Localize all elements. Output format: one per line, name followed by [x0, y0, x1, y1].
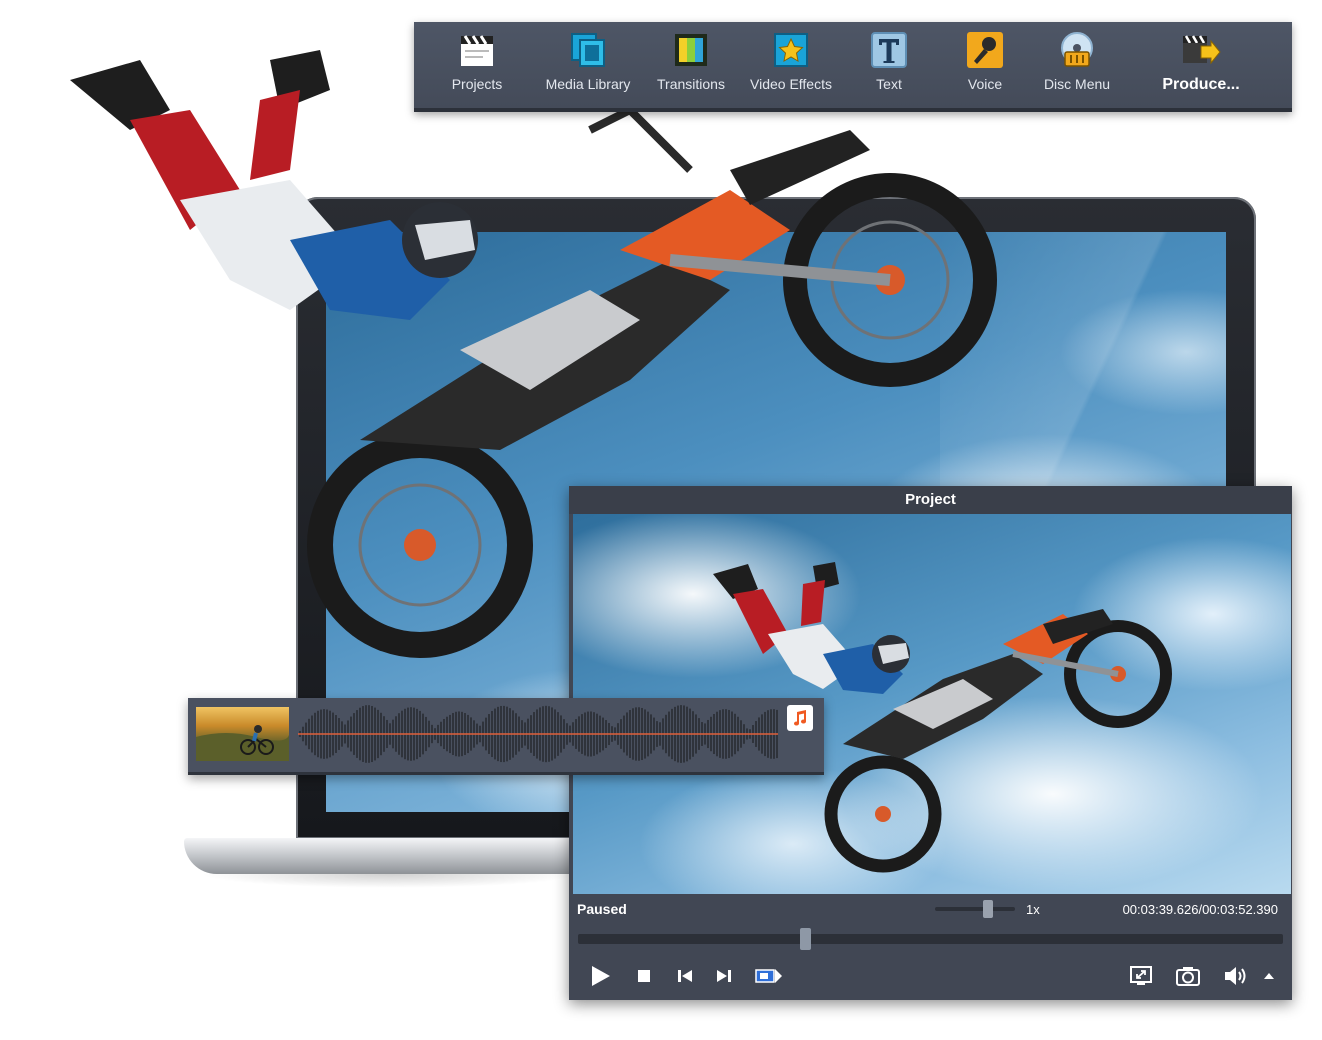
trim-clip-icon	[755, 969, 782, 983]
film-library-icon	[571, 33, 605, 67]
player-title: Project	[569, 486, 1292, 514]
seek-bar-knob[interactable]	[800, 928, 811, 950]
toolbar-produce[interactable]: Produce...	[1160, 30, 1242, 104]
toolbar-disc-menu-label: Disc Menu	[1043, 76, 1111, 92]
volume-button[interactable]	[1223, 962, 1251, 990]
play-icon	[592, 966, 610, 986]
produce-icon	[1183, 35, 1221, 65]
toolbar-projects[interactable]: Projects	[450, 30, 504, 104]
camera-icon	[1176, 967, 1200, 986]
stop-icon	[638, 970, 650, 982]
speed-slider[interactable]	[935, 900, 1015, 918]
skip-next-icon	[717, 970, 731, 982]
seek-bar[interactable]	[578, 928, 1283, 950]
toolbar-text[interactable]: Text	[866, 30, 912, 104]
clip-thumbnail	[196, 707, 289, 761]
toolbar-produce-label: Produce...	[1162, 76, 1240, 93]
main-toolbar: Projects Media Library Transitions Video…	[414, 22, 1292, 112]
next-button[interactable]	[710, 962, 738, 990]
toolbar-transitions[interactable]: Transitions	[656, 30, 726, 104]
previous-button[interactable]	[671, 962, 699, 990]
snapshot-button[interactable]	[1174, 962, 1202, 990]
toolbar-media-library[interactable]: Media Library	[544, 30, 632, 104]
disc-menu-icon	[1061, 32, 1093, 67]
transitions-icon	[675, 34, 707, 66]
skip-previous-icon	[678, 970, 692, 982]
fullscreen-button[interactable]	[1127, 962, 1155, 990]
toolbar-disc-menu[interactable]: Disc Menu	[1044, 30, 1110, 104]
stop-button[interactable]	[630, 962, 658, 990]
clip-thumbnail-image	[196, 725, 289, 761]
microphone-icon	[967, 32, 1003, 68]
volume-icon	[1225, 967, 1246, 985]
toolbar-media-library-label: Media Library	[545, 76, 631, 92]
toolbar-voice[interactable]: Voice	[962, 30, 1008, 104]
timecode: 00:03:39.626/00:03:52.390	[1122, 902, 1278, 917]
audio-waveform	[298, 705, 778, 763]
text-t-icon	[871, 32, 907, 68]
audio-clip-track[interactable]	[188, 698, 824, 775]
trim-button[interactable]	[753, 962, 785, 990]
more-controls-button[interactable]	[1259, 962, 1279, 990]
fullscreen-icon	[1130, 966, 1152, 985]
toolbar-projects-label: Projects	[451, 76, 503, 92]
clapperboard-icon	[461, 35, 493, 66]
play-button[interactable]	[586, 962, 614, 990]
laptop-base	[184, 838, 584, 874]
toolbar-voice-label: Voice	[967, 76, 1003, 92]
playback-speed: 1x	[1026, 902, 1040, 917]
toolbar-transitions-label: Transitions	[657, 76, 725, 92]
music-note-icon	[794, 710, 807, 726]
toolbar-video-effects-label: Video Effects	[750, 76, 832, 92]
toolbar-text-label: Text	[876, 76, 902, 92]
audio-type-badge	[787, 705, 813, 731]
speed-slider-knob[interactable]	[983, 900, 993, 918]
playback-status: Paused	[577, 901, 627, 917]
expand-up-icon	[1264, 973, 1274, 979]
star-effects-icon	[774, 33, 808, 67]
laptop-shadow	[200, 874, 580, 888]
toolbar-video-effects[interactable]: Video Effects	[750, 30, 832, 104]
